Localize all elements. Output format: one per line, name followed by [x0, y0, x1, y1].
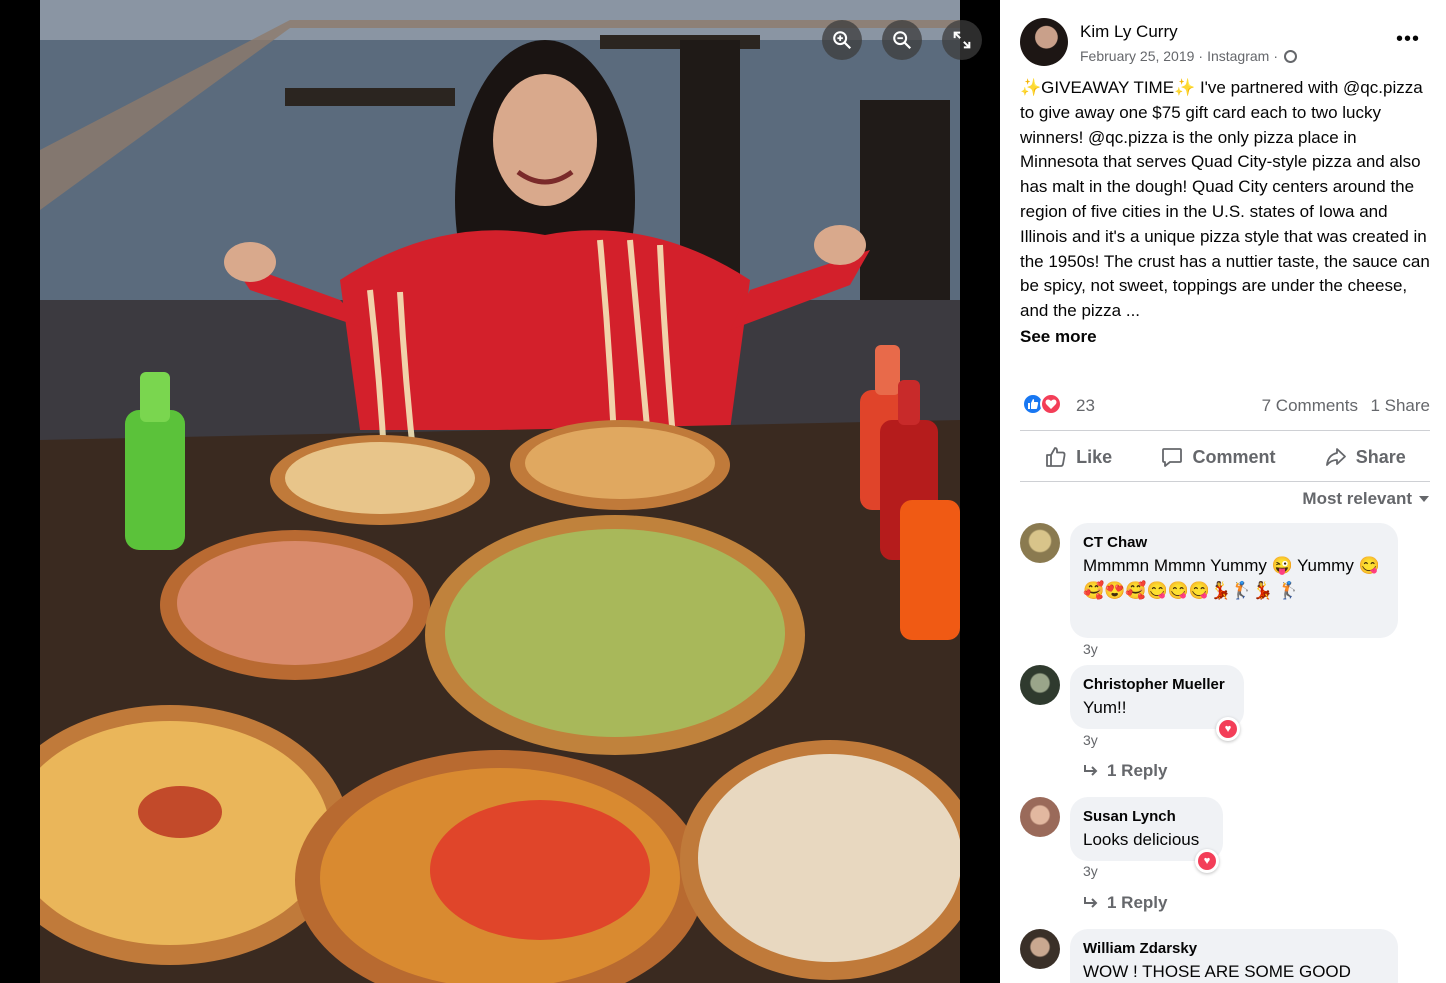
reply-count: 1 Reply: [1107, 893, 1168, 912]
like-button[interactable]: Like: [1044, 445, 1112, 469]
comment-bubble: William Zdarsky WOW ! THOSE ARE SOME GOO…: [1070, 929, 1398, 983]
reply-count: 1 Reply: [1107, 761, 1168, 780]
share-icon: [1325, 448, 1346, 466]
share-label: Share: [1355, 446, 1406, 467]
post-actions: Like Comment Share: [1020, 436, 1430, 478]
post-date[interactable]: February 25, 2019: [1080, 48, 1194, 64]
thumbs-up-icon: [1046, 447, 1066, 467]
post-source: Instagram: [1207, 48, 1270, 64]
comment-label: Comment: [1192, 446, 1276, 467]
caret-down-icon: [1419, 496, 1429, 502]
zoom-out-button[interactable]: [882, 20, 922, 60]
sparkle-icon: ✨: [1174, 78, 1196, 97]
commenter-name[interactable]: William Zdarsky: [1083, 939, 1384, 959]
comment-text: Yum!!: [1083, 698, 1127, 717]
share-count[interactable]: 1 Share: [1370, 396, 1430, 416]
comment-bubble: Christopher Mueller Yum!!: [1070, 665, 1244, 729]
comment-love-reaction[interactable]: ♥: [1216, 717, 1240, 741]
sort-label: Most relevant: [1302, 489, 1412, 508]
comment-item: William Zdarsky WOW ! THOSE ARE SOME GOO…: [1020, 929, 1430, 983]
commenter-name[interactable]: Christopher Mueller: [1083, 675, 1230, 695]
commenter-avatar[interactable]: [1020, 523, 1060, 563]
commenter-name[interactable]: CT Chaw: [1083, 533, 1384, 553]
heart-icon: ♥: [1198, 852, 1216, 870]
comment-item: Christopher Mueller Yum!! ♥ 3y 1 Reply: [1020, 665, 1430, 790]
globe-icon: [1284, 49, 1297, 63]
post-panel: Kim Ly Curry February 25, 2019 · Instagr…: [1000, 0, 1446, 983]
post-text-prefix: GIVEAWAY TIME: [1041, 78, 1175, 97]
meta-separator: ·: [1198, 48, 1204, 64]
author-avatar[interactable]: [1020, 18, 1068, 66]
view-replies-link[interactable]: 1 Reply: [1083, 893, 1167, 913]
comment-text: Looks delicious: [1083, 830, 1200, 849]
comment-sort-dropdown[interactable]: Most relevant: [1302, 489, 1430, 509]
post-header: Kim Ly Curry February 25, 2019 · Instagr…: [1020, 18, 1430, 68]
zoom-in-icon: [833, 31, 852, 50]
love-reaction-icon[interactable]: [1040, 393, 1062, 415]
divider: [1020, 430, 1430, 431]
post-text: ✨GIVEAWAY TIME✨ I've partnered with @qc.…: [1020, 76, 1430, 324]
comment-count[interactable]: 7 Comments: [1262, 396, 1358, 416]
sparkle-icon: ✨: [1020, 78, 1042, 97]
meta-separator: ·: [1273, 48, 1278, 64]
comment-time[interactable]: 3y: [1083, 732, 1098, 748]
commenter-name[interactable]: Susan Lynch: [1083, 807, 1209, 827]
author-name[interactable]: Kim Ly Curry: [1080, 22, 1178, 42]
comment-text: WOW ! THOSE ARE SOME GOOD: [1083, 962, 1351, 981]
zoom-in-button[interactable]: [822, 20, 862, 60]
comment-text: Mmmmn Mmmn Yummy 😜 Yummy 😋 🥰😍🥰😋😋😋💃🏌️💃 🏌️: [1083, 556, 1380, 600]
reply-arrow-icon: [1084, 765, 1098, 776]
comment-love-reaction[interactable]: ♥: [1195, 849, 1219, 873]
commenter-avatar[interactable]: [1020, 929, 1060, 969]
comment-time[interactable]: 3y: [1083, 641, 1098, 657]
comment-icon: [1162, 448, 1183, 467]
reply-arrow-icon: [1084, 897, 1098, 908]
post-text-body: I've partnered with @qc.pizza to give aw…: [1020, 78, 1430, 321]
commenter-avatar[interactable]: [1020, 797, 1060, 837]
post-photo: [40, 0, 960, 983]
photo-viewer: [0, 0, 1000, 983]
comment-bubble: CT Chaw Mmmmn Mmmn Yummy 😜 Yummy 😋 🥰😍🥰😋😋…: [1070, 523, 1398, 638]
comment-button[interactable]: Comment: [1160, 445, 1275, 469]
commenter-avatar[interactable]: [1020, 665, 1060, 705]
comment-time[interactable]: 3y: [1083, 863, 1098, 879]
reactions-bar: 23 7 Comments 1 Share: [1020, 393, 1430, 417]
heart-icon: ♥: [1219, 720, 1237, 738]
zoom-out-icon: [893, 31, 912, 50]
reaction-count[interactable]: 23: [1076, 396, 1095, 416]
share-button[interactable]: Share: [1324, 445, 1406, 469]
see-more-link[interactable]: See more: [1020, 327, 1097, 347]
comment-item: Susan Lynch Looks delicious ♥ 3y 1 Reply: [1020, 797, 1430, 922]
divider: [1020, 481, 1430, 482]
fullscreen-button[interactable]: [942, 20, 982, 60]
like-label: Like: [1076, 446, 1113, 467]
post-meta: February 25, 2019 · Instagram ·: [1080, 48, 1297, 64]
comment-item: CT Chaw Mmmmn Mmmn Yummy 😜 Yummy 😋 🥰😍🥰😋😋…: [1020, 523, 1430, 663]
more-options-icon[interactable]: •••: [1396, 28, 1420, 51]
view-replies-link[interactable]: 1 Reply: [1083, 761, 1167, 781]
expand-icon: [953, 31, 971, 49]
